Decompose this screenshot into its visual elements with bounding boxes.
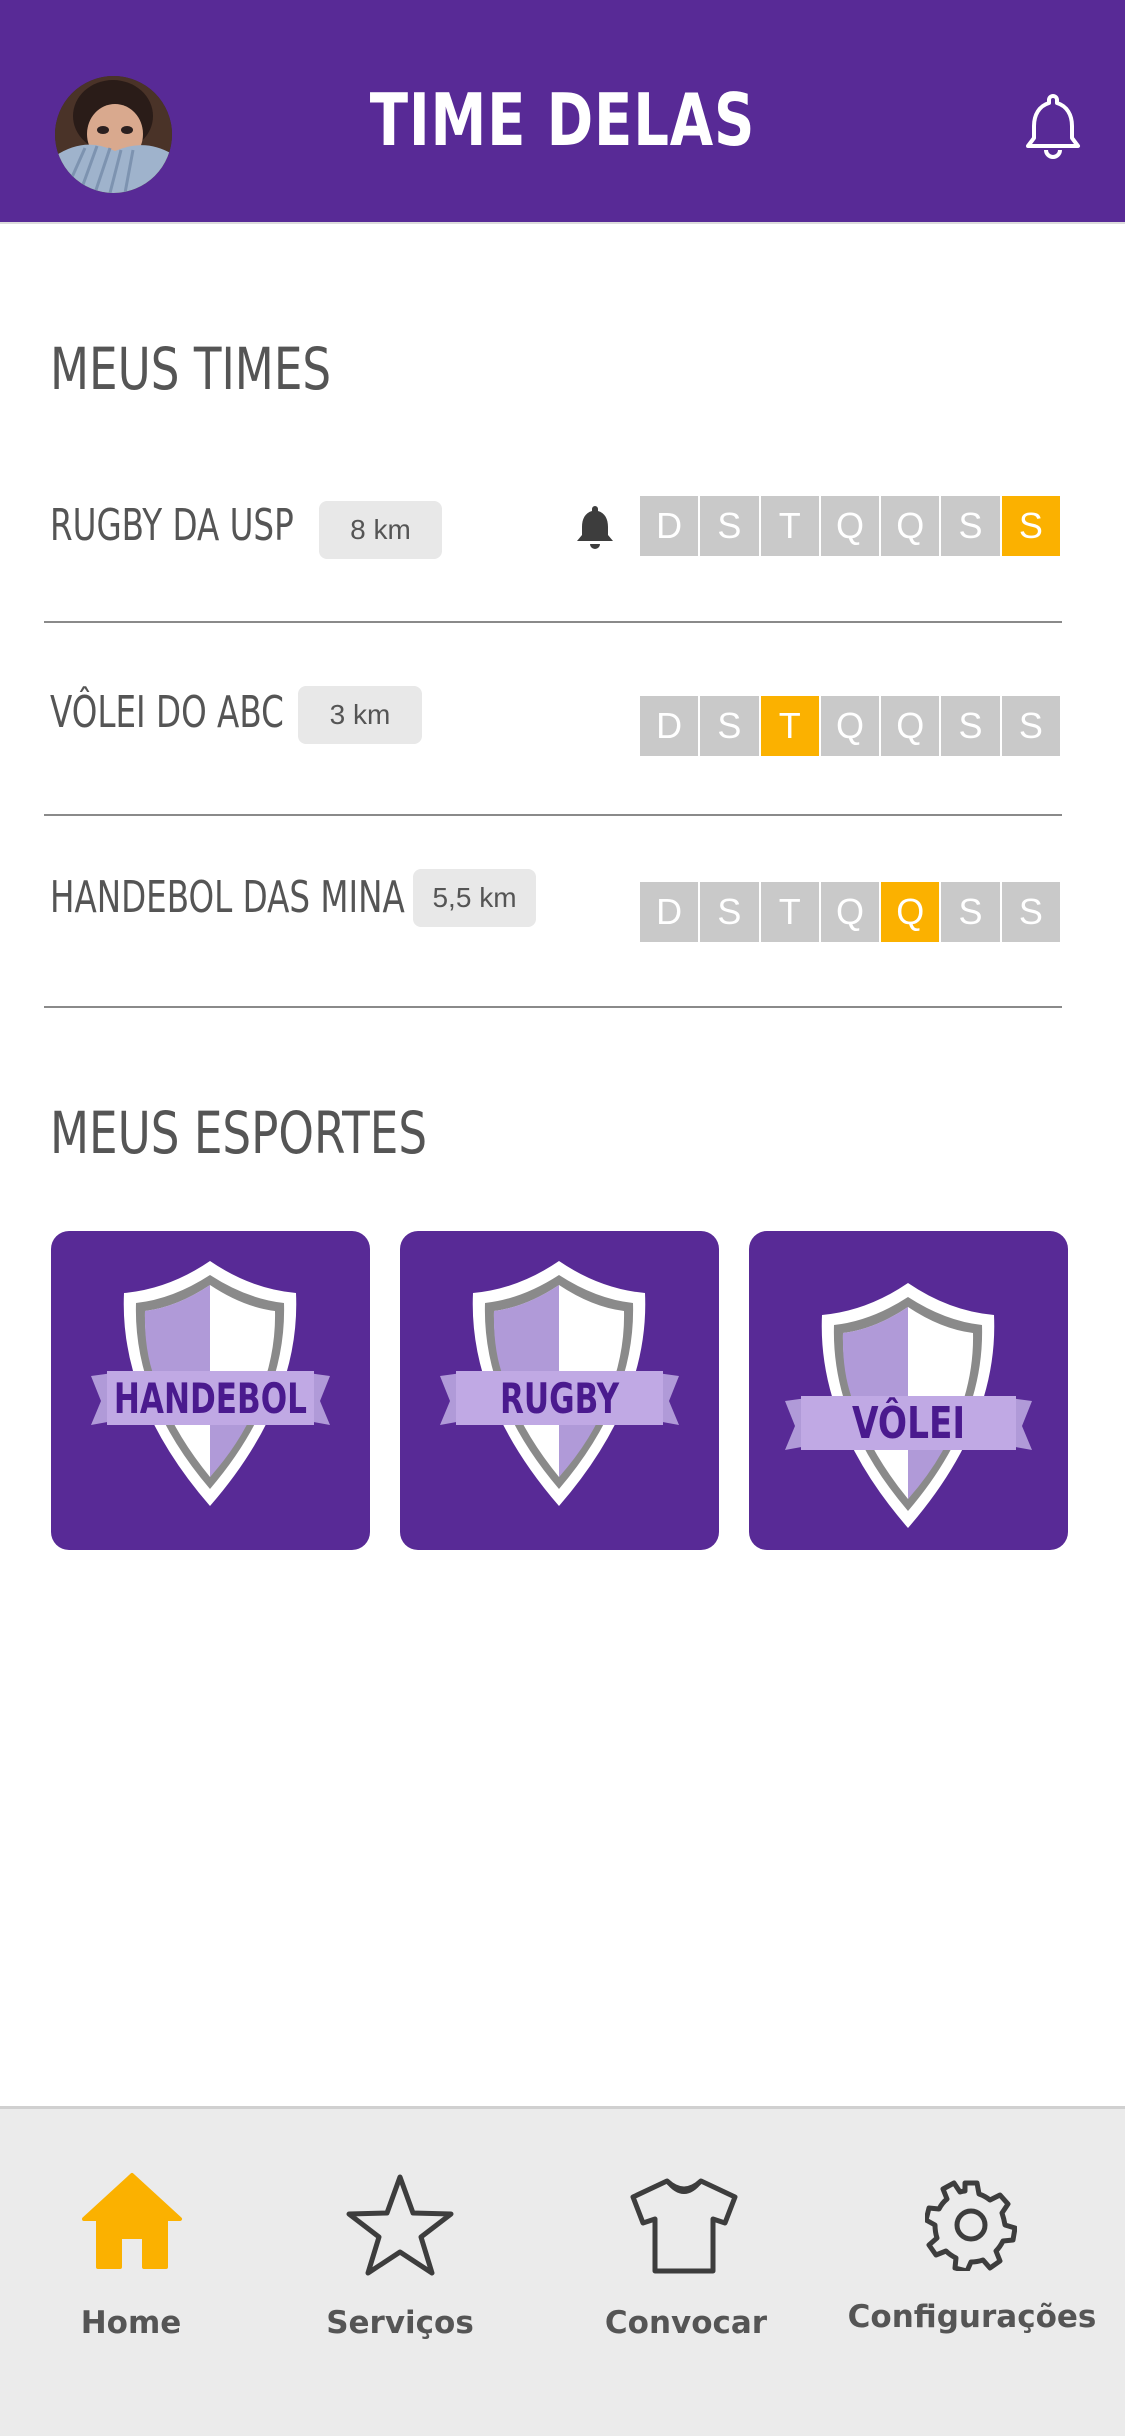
day-cell[interactable]: Q	[820, 882, 880, 942]
day-cell[interactable]: S	[700, 696, 759, 756]
nav-item-servicos[interactable]: Serviços	[270, 2109, 530, 2436]
nav-label: Home	[80, 2305, 182, 2341]
distance-badge: 8 km	[319, 501, 442, 559]
gear-icon	[925, 2180, 1017, 2271]
section-title-meus-esportes: MEUS ESPORTES	[50, 1099, 428, 1167]
day-cell[interactable]: T	[760, 882, 819, 942]
team-name: VÔLEI DO ABC	[50, 687, 284, 738]
distance-badge: 5,5 km	[413, 869, 536, 927]
day-cell[interactable]: D	[640, 496, 699, 556]
day-cell[interactable]: Q	[820, 496, 880, 556]
team-name: HANDEBOL DAS MINA	[50, 872, 405, 923]
day-cell[interactable]: S	[941, 696, 1000, 756]
nav-label: Convocar	[604, 2305, 768, 2341]
nav-label: Serviços	[326, 2305, 474, 2341]
day-cell[interactable]: D	[640, 882, 699, 942]
sport-card-handebol[interactable]: HANDEBOL	[51, 1231, 370, 1550]
day-cell[interactable]: S	[941, 882, 1000, 942]
sport-label: HANDEBOL	[113, 1373, 308, 1423]
app-header: TIME DELAS	[0, 0, 1125, 224]
divider	[44, 1006, 1062, 1008]
day-cell[interactable]: T	[760, 496, 819, 556]
bell-icon[interactable]	[1022, 90, 1084, 160]
day-cell[interactable]: Q	[881, 496, 940, 556]
day-cell-active[interactable]: S	[1001, 496, 1060, 556]
sport-label: RUGBY	[499, 1373, 620, 1423]
weekday-selector: D S T Q Q S S	[640, 696, 1060, 756]
weekday-selector: D S T Q Q S S	[640, 496, 1060, 556]
day-cell-active[interactable]: Q	[881, 882, 940, 942]
weekday-selector: D S T Q Q S S	[640, 882, 1060, 942]
divider	[44, 814, 1062, 816]
nav-item-configuracoes[interactable]: Configurações	[842, 2109, 1102, 2436]
day-cell-active[interactable]: T	[760, 696, 819, 756]
shield-badge-icon	[785, 1283, 1032, 1528]
day-cell[interactable]: Q	[820, 696, 880, 756]
day-cell[interactable]: S	[1001, 882, 1060, 942]
bottom-navigation: Home Serviços Convocar Configurações	[0, 2106, 1125, 2436]
distance-badge: 3 km	[298, 686, 422, 744]
section-title-meus-times: MEUS TIMES	[50, 335, 332, 403]
day-cell[interactable]: S	[700, 496, 759, 556]
star-icon	[346, 2174, 454, 2276]
app-title: TIME DELAS	[369, 78, 756, 162]
nav-item-home[interactable]: Home	[0, 2109, 262, 2436]
sport-card-volei[interactable]: VÔLEI	[749, 1231, 1068, 1550]
shirt-icon	[630, 2178, 738, 2274]
divider	[44, 621, 1062, 623]
bell-icon[interactable]	[574, 504, 616, 550]
sport-label-wrap: VÔLEI	[749, 1396, 1068, 1450]
sport-card-rugby[interactable]: RUGBY	[400, 1231, 719, 1550]
sport-label-wrap: HANDEBOL	[51, 1371, 370, 1425]
day-cell[interactable]: S	[700, 882, 759, 942]
team-name: RUGBY DA USP	[50, 500, 294, 551]
nav-item-convocar[interactable]: Convocar	[556, 2109, 816, 2436]
home-icon	[82, 2173, 182, 2269]
day-cell[interactable]: S	[941, 496, 1000, 556]
sport-label-wrap: RUGBY	[400, 1371, 719, 1425]
nav-label: Configurações	[847, 2299, 1097, 2335]
sport-label: VÔLEI	[851, 1397, 966, 1449]
day-cell[interactable]: Q	[881, 696, 940, 756]
day-cell[interactable]: S	[1001, 696, 1060, 756]
day-cell[interactable]: D	[640, 696, 699, 756]
